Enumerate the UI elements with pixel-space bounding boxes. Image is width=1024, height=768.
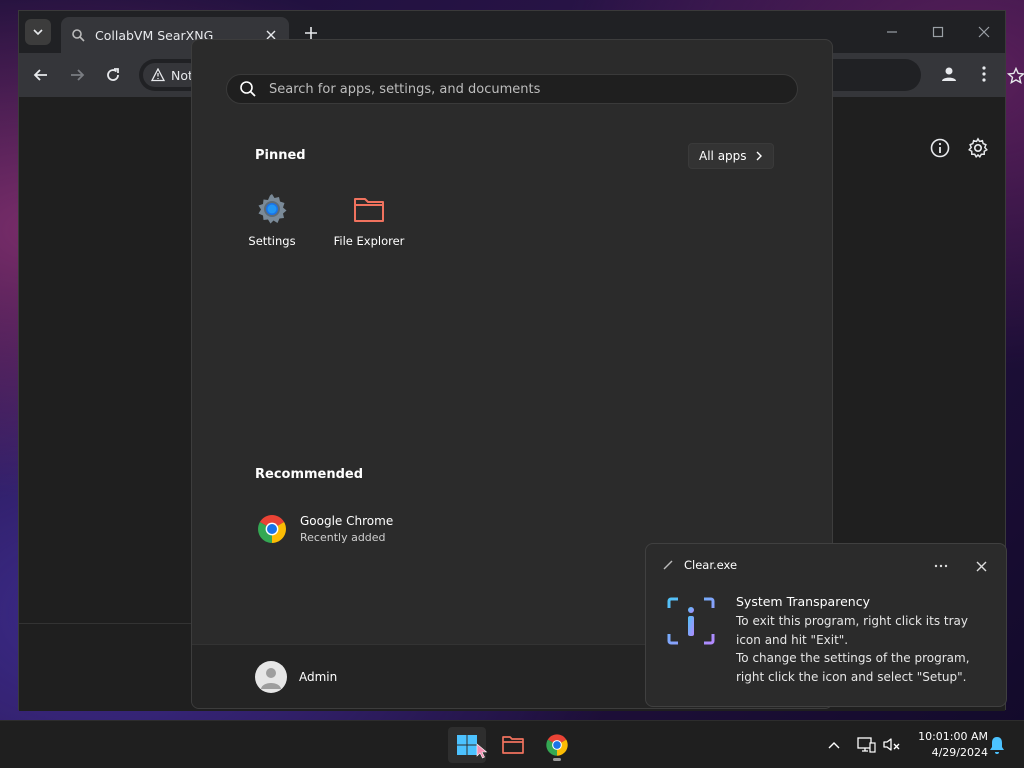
start-button[interactable] (448, 727, 488, 763)
more-horizontal-icon (934, 564, 948, 568)
avatar (255, 661, 287, 693)
maximize-button[interactable] (927, 21, 949, 43)
person-icon (942, 67, 956, 81)
warning-icon (151, 68, 165, 82)
chevron-right-icon (756, 151, 762, 161)
info-app-icon (667, 597, 715, 645)
browser-menu-button[interactable] (975, 62, 993, 86)
plus-icon (305, 27, 317, 39)
clock[interactable]: 10:01:00 AM 4/29/2024 (904, 729, 988, 761)
toast-close-button[interactable] (973, 558, 989, 574)
running-indicator (553, 758, 561, 761)
chrome-icon (258, 515, 286, 543)
pinned-app-label: File Explorer (333, 234, 405, 248)
bookmark-star-icon[interactable] (1007, 67, 1024, 85)
toast-line: right click the icon and select "Setup". (736, 669, 967, 684)
close-window-button[interactable] (973, 21, 995, 43)
start-search-input[interactable]: Search for apps, settings, and documents (226, 74, 798, 104)
more-vertical-icon (982, 66, 986, 82)
recommended-item-google-chrome[interactable]: Google Chrome Recently added (255, 512, 393, 546)
cursor-icon (476, 743, 488, 759)
user-name: Admin (299, 670, 338, 684)
close-icon (976, 561, 986, 571)
close-icon (978, 26, 990, 38)
toast-app-header: Clear.exe (662, 558, 737, 572)
minimize-icon (887, 31, 897, 33)
gear-icon (258, 194, 287, 224)
start-icon (457, 735, 477, 755)
reload-button[interactable] (101, 63, 125, 87)
recommended-heading: Recommended (255, 467, 364, 482)
pinned-app-settings[interactable]: Settings (227, 192, 317, 248)
toast-body: System Transparency To exit this program… (736, 594, 996, 686)
show-hidden-icons-button[interactable] (824, 735, 844, 755)
search-placeholder: Search for apps, settings, and documents (269, 81, 541, 97)
chevron-up-icon (828, 742, 840, 749)
arrow-right-icon (71, 69, 85, 81)
chevron-down-icon (33, 29, 43, 36)
clock-time: 10:01:00 AM (918, 730, 988, 743)
searxng-favicon-icon (72, 29, 85, 42)
back-button[interactable] (29, 63, 53, 87)
pinned-app-label: Settings (248, 234, 296, 248)
app-icon (663, 560, 673, 570)
user-account-button[interactable]: Admin (255, 661, 337, 693)
all-apps-label: All apps (699, 149, 747, 163)
all-apps-button[interactable]: All apps (688, 143, 774, 169)
pinned-app-file-explorer[interactable]: File Explorer (324, 192, 414, 248)
recommended-text: Google Chrome Recently added (300, 514, 393, 544)
toast-line: To exit this program, right click its tr… (736, 614, 968, 628)
chrome-icon (546, 734, 568, 756)
info-icon[interactable] (929, 137, 951, 159)
network-icon[interactable] (856, 735, 876, 755)
arrow-left-icon (33, 69, 47, 81)
minimize-button[interactable] (881, 21, 903, 43)
search-icon (240, 81, 256, 97)
folder-icon (502, 736, 524, 754)
toast-notification[interactable]: Clear.exe System Transparency To exit th… (645, 543, 1007, 707)
forward-button[interactable] (65, 63, 89, 87)
profile-button[interactable] (937, 62, 961, 86)
toast-more-button[interactable] (933, 558, 949, 574)
toast-title: System Transparency (736, 594, 870, 609)
user-icon (261, 668, 281, 689)
recommended-subtitle: Recently added (300, 531, 386, 544)
taskbar-file-explorer[interactable] (494, 727, 532, 763)
clock-date: 4/29/2024 (931, 746, 988, 759)
recommended-name: Google Chrome (300, 514, 394, 528)
pinned-heading: Pinned (255, 148, 306, 163)
taskbar: 10:01:00 AM 4/29/2024 (0, 720, 1024, 768)
notification-bell-icon[interactable] (988, 735, 1006, 755)
folder-icon (354, 198, 384, 222)
taskbar-google-chrome[interactable] (538, 727, 576, 763)
volume-muted-icon[interactable] (882, 735, 902, 755)
tab-search-button[interactable] (25, 19, 51, 45)
toast-line: To change the settings of the program, (736, 651, 970, 665)
maximize-icon (932, 26, 944, 38)
security-label: Not (171, 67, 193, 83)
toast-app-name: Clear.exe (684, 558, 738, 572)
gear-icon[interactable] (967, 137, 989, 159)
toast-line: icon and hit "Exit". (736, 632, 849, 647)
reload-icon (107, 68, 119, 81)
